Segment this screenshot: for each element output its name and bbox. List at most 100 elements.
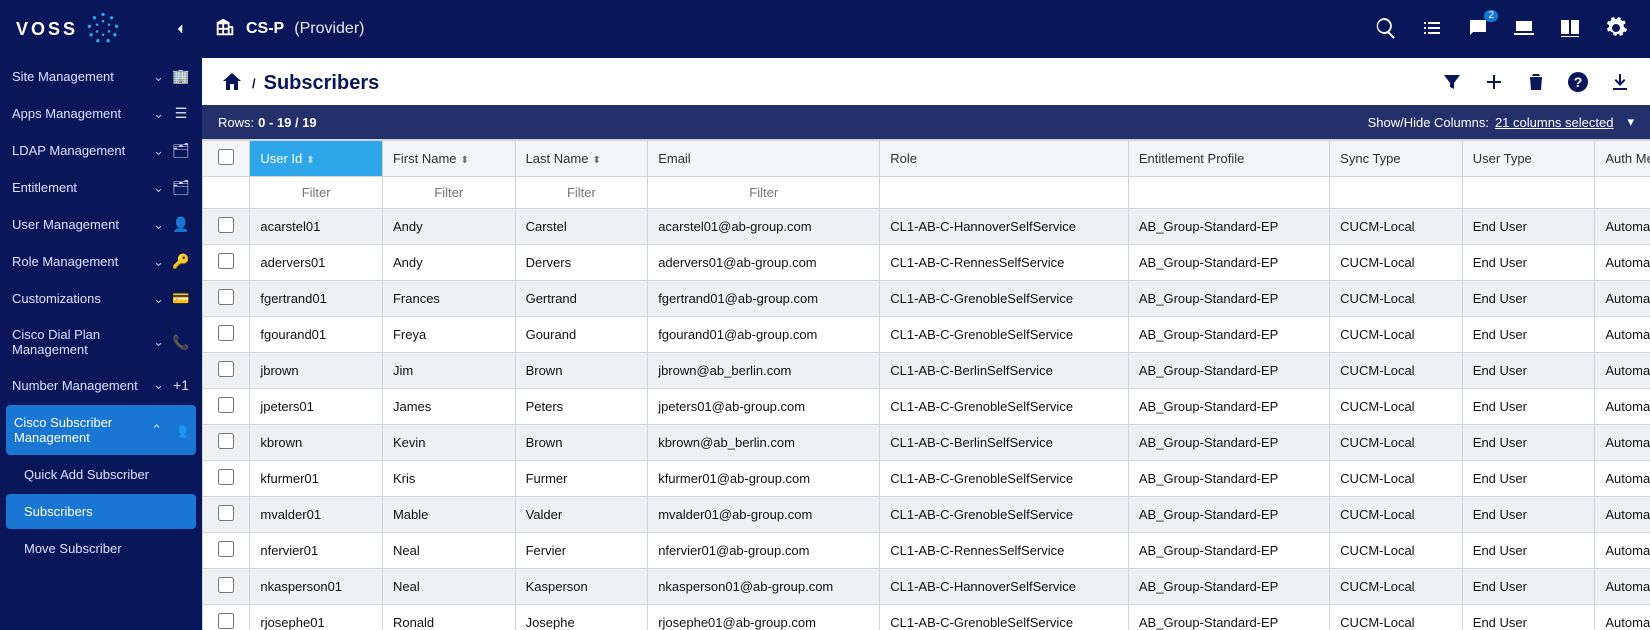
laptop-icon[interactable] (1512, 16, 1536, 43)
cell-auth-method: Automatic (1595, 569, 1650, 605)
col-email[interactable]: Email (648, 141, 880, 177)
nav-glyph-icon: 📞 (172, 334, 190, 351)
nav-glyph-icon: 🗂 (172, 142, 190, 159)
sidebar-item-apps-management[interactable]: Apps Management⌄☰ (0, 95, 202, 132)
row-checkbox[interactable] (218, 397, 234, 413)
col-user-type[interactable]: User Type (1462, 141, 1595, 177)
cell-entitlement: AB_Group-Standard-EP (1128, 605, 1329, 630)
list-icon[interactable] (1420, 16, 1444, 43)
cell-user-type: End User (1462, 209, 1595, 245)
chat-icon[interactable]: 2 (1466, 16, 1490, 43)
chevron-up-icon: ⌃ (151, 422, 162, 438)
sidebar-item-cisco-subscriber-management[interactable]: Cisco Subscriber Management ⌃ 👥 (6, 405, 196, 455)
sidebar-subitem-move-subscriber[interactable]: Move Subscriber (0, 531, 202, 566)
nav-glyph-icon: 🏢 (172, 68, 190, 85)
row-checkbox[interactable] (218, 217, 234, 233)
row-checkbox[interactable] (218, 289, 234, 305)
cell-role: CL1-AB-C-RennesSelfService (880, 245, 1129, 281)
add-icon[interactable] (1482, 70, 1506, 97)
chevron-down-icon: ⌄ (153, 254, 164, 270)
cell-user-id: fgourand01 (250, 317, 383, 353)
col-entitlement[interactable]: Entitlement Profile (1128, 141, 1329, 177)
delete-icon[interactable] (1524, 70, 1548, 97)
col-auth-method[interactable]: Auth Method (1595, 141, 1650, 177)
brand-text: VOSS (16, 19, 78, 40)
cell-user-id: nkasperson01 (250, 569, 383, 605)
cell-user-type: End User (1462, 245, 1595, 281)
table-row[interactable]: rjosephe01RonaldJosepherjosephe01@ab-gro… (203, 605, 1650, 630)
sidebar-subitem-quick-add-subscriber[interactable]: Quick Add Subscriber (0, 457, 202, 492)
sidebar-item-role-management[interactable]: Role Management⌄🔑 (0, 243, 202, 280)
row-checkbox[interactable] (218, 325, 234, 341)
cell-email: jpeters01@ab-group.com (648, 389, 880, 425)
col-user-id[interactable]: User Id⬍ (250, 141, 383, 177)
sidebar-item-cisco-dial-plan-management[interactable]: Cisco Dial Plan Management⌄📞 (0, 317, 202, 367)
sidebar-collapse-button[interactable] (160, 20, 200, 38)
col-last-name[interactable]: Last Name⬍ (515, 141, 648, 177)
row-checkbox[interactable] (218, 253, 234, 269)
cell-role: CL1-AB-C-GrenobleSelfService (880, 605, 1129, 630)
cell-email: adervers01@ab-group.com (648, 245, 880, 281)
col-sync-type[interactable]: Sync Type (1330, 141, 1463, 177)
table-row[interactable]: fgertrand01FrancesGertrandfgertrand01@ab… (203, 281, 1650, 317)
filter-first-name[interactable] (389, 181, 509, 204)
row-checkbox[interactable] (218, 433, 234, 449)
row-checkbox[interactable] (218, 469, 234, 485)
sidebar-item-user-management[interactable]: User Management⌄👤 (0, 206, 202, 243)
cell-auth-method: Automatic (1595, 497, 1650, 533)
table-row[interactable]: nfervier01NealFerviernfervier01@ab-group… (203, 533, 1650, 569)
rows-label: Rows: (218, 115, 254, 130)
cell-sync-type: CUCM-Local (1330, 389, 1463, 425)
chevron-down-icon: ⌄ (153, 106, 164, 122)
table-row[interactable]: adervers01AndyDerversadervers01@ab-group… (203, 245, 1650, 281)
gear-icon[interactable] (1604, 16, 1628, 43)
row-checkbox[interactable] (218, 577, 234, 593)
filter-icon[interactable] (1440, 70, 1464, 97)
sidebar-item-number-management[interactable]: Number Management⌄+1 (0, 367, 202, 403)
row-checkbox[interactable] (218, 505, 234, 521)
sidebar-item-customizations[interactable]: Customizations⌄💳 (0, 280, 202, 317)
column-picker-label: Show/Hide Columns: (1368, 115, 1489, 130)
chevron-down-icon[interactable]: ▾ (1627, 114, 1634, 130)
table-row[interactable]: kfurmer01KrisFurmerkfurmer01@ab-group.co… (203, 461, 1650, 497)
table-row[interactable]: mvalder01MableValdermvalder01@ab-group.c… (203, 497, 1650, 533)
table-row[interactable]: acarstel01AndyCarstelacarstel01@ab-group… (203, 209, 1650, 245)
cell-auth-method: Automatic (1595, 605, 1650, 630)
row-checkbox[interactable] (218, 541, 234, 557)
table-row[interactable]: jbrownJimBrownjbrown@ab_berlin.comCL1-AB… (203, 353, 1650, 389)
row-checkbox[interactable] (218, 361, 234, 377)
filter-last-name[interactable] (522, 181, 642, 204)
sidebar-item-site-management[interactable]: Site Management⌄🏢 (0, 58, 202, 95)
book-icon[interactable] (1558, 16, 1582, 43)
cell-entitlement: AB_Group-Standard-EP (1128, 497, 1329, 533)
download-icon[interactable] (1608, 70, 1632, 97)
sidebar-item-ldap-management[interactable]: LDAP Management⌄🗂 (0, 132, 202, 169)
table-row[interactable]: nkasperson01NealKaspersonnkasperson01@ab… (203, 569, 1650, 605)
col-first-name[interactable]: First Name⬍ (382, 141, 515, 177)
table-row[interactable]: kbrownKevinBrownkbrown@ab_berlin.comCL1-… (203, 425, 1650, 461)
help-icon[interactable]: ? (1566, 70, 1590, 97)
row-checkbox[interactable] (218, 613, 234, 629)
column-picker-value[interactable]: 21 columns selected (1495, 115, 1614, 130)
cell-email: nfervier01@ab-group.com (648, 533, 880, 569)
hierarchy-context[interactable]: CS-P (Provider) (200, 16, 364, 43)
search-icon[interactable] (1374, 16, 1398, 43)
cell-role: CL1-AB-C-BerlinSelfService (880, 425, 1129, 461)
cell-sync-type: CUCM-Local (1330, 605, 1463, 630)
cell-entitlement: AB_Group-Standard-EP (1128, 425, 1329, 461)
sidebar-item-entitlement[interactable]: Entitlement⌄🗂 (0, 169, 202, 206)
table-row[interactable]: fgourand01FreyaGourandfgourand01@ab-grou… (203, 317, 1650, 353)
col-role[interactable]: Role (880, 141, 1129, 177)
filter-user-id[interactable] (256, 181, 376, 204)
table-scroll[interactable]: User Id⬍ First Name⬍ Last Name⬍ Email Ro… (202, 139, 1650, 630)
filter-email[interactable] (654, 181, 873, 204)
rows-value: 0 - 19 / 19 (258, 115, 317, 130)
home-icon[interactable] (220, 70, 244, 97)
table-row[interactable]: jpeters01JamesPetersjpeters01@ab-group.c… (203, 389, 1650, 425)
cell-user-type: End User (1462, 281, 1595, 317)
select-all-checkbox[interactable] (218, 149, 234, 165)
cell-entitlement: AB_Group-Standard-EP (1128, 533, 1329, 569)
sidebar-subitem-subscribers[interactable]: Subscribers (6, 494, 196, 529)
chevron-down-icon: ⌄ (153, 217, 164, 233)
cell-email: kfurmer01@ab-group.com (648, 461, 880, 497)
